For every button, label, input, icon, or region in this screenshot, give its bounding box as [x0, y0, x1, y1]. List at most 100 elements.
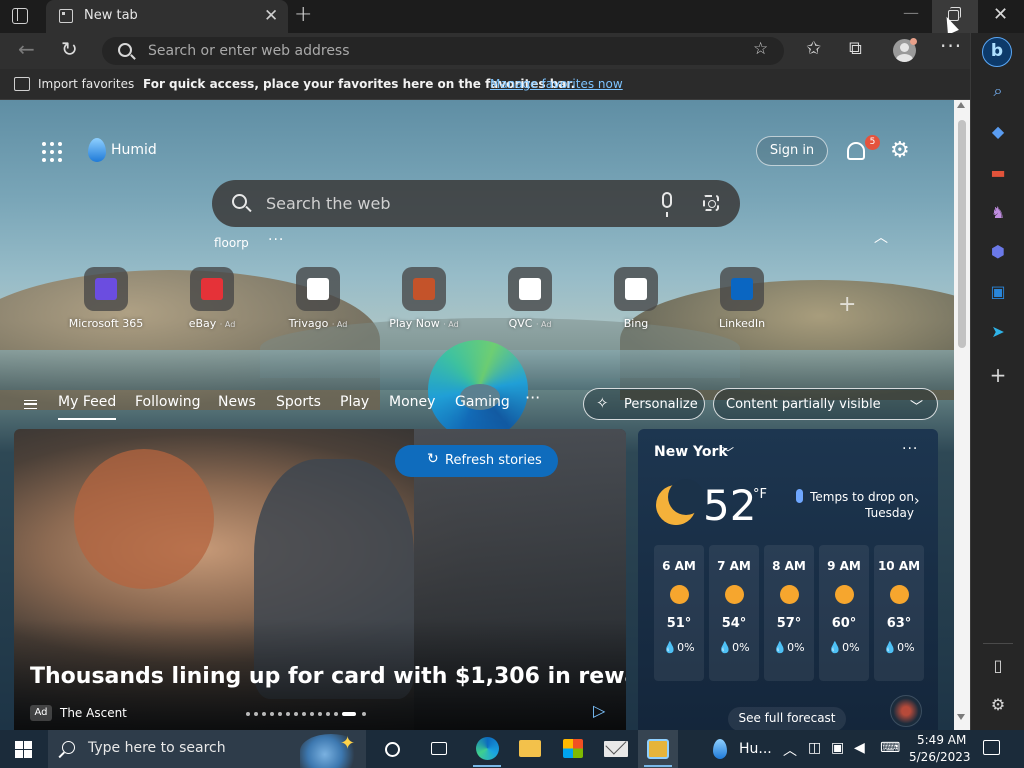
- tab-new-tab[interactable]: New tab ✕: [46, 0, 288, 33]
- chevron-down-icon[interactable]: ﹀: [722, 444, 734, 461]
- taskbar-store[interactable]: [553, 730, 593, 768]
- carousel-dot[interactable]: [362, 712, 366, 716]
- temperature-unit-toggle[interactable]: °F: [753, 487, 767, 502]
- tab-news[interactable]: News: [218, 394, 256, 410]
- weather-more-icon[interactable]: ···: [902, 441, 918, 457]
- content-visibility-dropdown[interactable]: Content partially visible ﹀: [713, 388, 938, 420]
- trending-search-link[interactable]: floorp: [214, 236, 249, 250]
- carousel-dot[interactable]: [278, 712, 282, 716]
- quick-link-tile[interactable]: eBay · Ad: [167, 267, 257, 330]
- refresh-icon[interactable]: ↻: [61, 37, 78, 61]
- scroll-up-arrow-icon[interactable]: [957, 102, 965, 108]
- taskbar-mail[interactable]: [596, 730, 636, 768]
- taskbar-file-explorer[interactable]: [510, 730, 550, 768]
- app-launcher-grid-icon[interactable]: [42, 142, 62, 162]
- tab-sports[interactable]: Sports: [276, 394, 321, 410]
- carousel-dot[interactable]: [270, 712, 274, 716]
- quick-link-tile[interactable]: Play Now · Ad: [379, 267, 469, 330]
- keyboard-icon[interactable]: ⌨: [880, 740, 900, 756]
- bing-chat-icon[interactable]: b: [982, 37, 1012, 67]
- carousel-dot[interactable]: [334, 712, 338, 716]
- weather-city-selector[interactable]: New York: [654, 444, 728, 460]
- weather-widget-drop-icon[interactable]: [713, 739, 727, 759]
- task-view-button[interactable]: [419, 730, 459, 768]
- volume-muted-icon[interactable]: ◀: [854, 740, 865, 756]
- sidebar-games-icon[interactable]: ♞: [988, 203, 1008, 223]
- address-bar[interactable]: ☆: [102, 37, 784, 65]
- carousel-dot[interactable]: [286, 712, 290, 716]
- quick-link-tile[interactable]: LinkedIn: [697, 267, 787, 330]
- sidebar-outlook-icon[interactable]: ▣: [988, 282, 1008, 302]
- carousel-dot[interactable]: [342, 712, 356, 716]
- windows-start-icon[interactable]: [15, 741, 32, 758]
- refresh-stories-button[interactable]: ↻ Refresh stories: [395, 445, 558, 477]
- hourly-forecast-column[interactable]: 9 AM 60° 💧0%: [819, 545, 869, 681]
- add-shortcut-plus-icon[interactable]: +: [838, 292, 856, 317]
- weather-widget-label[interactable]: Hu...: [739, 741, 772, 757]
- carousel-dot[interactable]: [318, 712, 322, 716]
- address-input[interactable]: [148, 37, 728, 65]
- more-options-icon[interactable]: ···: [940, 34, 962, 58]
- scroll-down-arrow-icon[interactable]: [957, 714, 965, 720]
- sidebar-add-icon[interactable]: +: [988, 365, 1008, 385]
- quick-link-tile[interactable]: QVC · Ad: [485, 267, 575, 330]
- quick-link-tile[interactable]: Microsoft 365: [61, 267, 151, 330]
- hero-story-title[interactable]: Thousands lining up for card with $1,306…: [30, 664, 626, 689]
- voice-search-mic-icon[interactable]: [662, 192, 672, 217]
- carousel-dot[interactable]: [294, 712, 298, 716]
- tab-gaming[interactable]: Gaming: [455, 394, 510, 410]
- carousel-dot[interactable]: [326, 712, 330, 716]
- taskbar-edge[interactable]: [467, 730, 507, 768]
- weather-radar-map-icon[interactable]: [890, 695, 922, 727]
- tab-actions-menu-icon[interactable]: [12, 8, 28, 24]
- hamburger-menu-icon[interactable]: [24, 400, 37, 409]
- import-favorites-button[interactable]: Import favorites: [38, 77, 134, 91]
- page-scrollbar[interactable]: [954, 100, 970, 730]
- taskbar-clock-time[interactable]: 5:49 AM: [917, 733, 966, 747]
- trending-more-icon[interactable]: ···: [268, 232, 284, 248]
- network-icon[interactable]: ▣: [831, 740, 844, 756]
- new-tab-button[interactable]: +: [294, 2, 312, 27]
- carousel-dot[interactable]: [246, 712, 250, 716]
- add-favorite-star-icon[interactable]: ☆: [753, 39, 768, 59]
- quick-link-tile[interactable]: Trivago · Ad: [273, 267, 363, 330]
- notifications-bell-icon[interactable]: [847, 142, 865, 160]
- carousel-dot[interactable]: [310, 712, 314, 716]
- sidebar-toggle-icon[interactable]: ▯: [988, 656, 1008, 676]
- cortana-button[interactable]: [372, 730, 412, 768]
- minimize-button[interactable]: —: [903, 3, 919, 22]
- taskbar-search-box[interactable]: Type here to search ✦: [48, 730, 366, 768]
- sign-in-button[interactable]: Sign in: [756, 136, 828, 166]
- hourly-forecast-column[interactable]: 6 AM 51° 💧0%: [654, 545, 704, 681]
- web-search-input[interactable]: [266, 180, 646, 227]
- sidebar-settings-gear-icon[interactable]: ⚙: [988, 695, 1008, 715]
- sidebar-tools-icon[interactable]: ▬: [988, 163, 1008, 183]
- page-settings-gear-icon[interactable]: ⚙: [890, 138, 910, 163]
- tab-my-feed[interactable]: My Feed: [58, 394, 117, 420]
- hourly-forecast-column[interactable]: 7 AM 54° 💧0%: [709, 545, 759, 681]
- collections-icon[interactable]: ⧉: [849, 38, 862, 59]
- header-weather-label[interactable]: Humid: [111, 142, 157, 158]
- collapse-chevron-up-icon[interactable]: ︿: [874, 227, 888, 247]
- tab-play[interactable]: Play: [340, 394, 369, 410]
- carousel-dot[interactable]: [302, 712, 306, 716]
- carousel-dot[interactable]: [254, 712, 258, 716]
- show-hidden-icons-chevron-icon[interactable]: ︿: [783, 740, 797, 760]
- hourly-forecast-column[interactable]: 8 AM 57° 💧0%: [764, 545, 814, 681]
- favorites-star-icon[interactable]: ✩: [806, 38, 821, 59]
- back-arrow-icon[interactable]: ←: [18, 37, 35, 61]
- scrollbar-thumb[interactable]: [958, 120, 966, 348]
- sidebar-shopping-icon[interactable]: ◆: [988, 122, 1008, 142]
- sidebar-microsoft-365-icon[interactable]: ⬢: [988, 242, 1008, 262]
- sidebar-search-icon[interactable]: ⌕: [988, 81, 1008, 101]
- see-full-forecast-button[interactable]: See full forecast: [728, 707, 846, 730]
- personalize-button[interactable]: ✧ Personalize: [583, 388, 705, 420]
- chevron-right-icon[interactable]: ›: [914, 493, 920, 509]
- carousel-dot[interactable]: [262, 712, 266, 716]
- weather-alert-text[interactable]: Temps to drop on Tuesday: [806, 489, 914, 521]
- hourly-forecast-column[interactable]: 10 AM 63° 💧0%: [874, 545, 924, 681]
- meet-now-icon[interactable]: ◫: [808, 740, 821, 756]
- close-window-button[interactable]: ✕: [993, 4, 1008, 25]
- visual-search-camera-icon[interactable]: [703, 195, 719, 211]
- close-tab-icon[interactable]: ✕: [264, 6, 278, 26]
